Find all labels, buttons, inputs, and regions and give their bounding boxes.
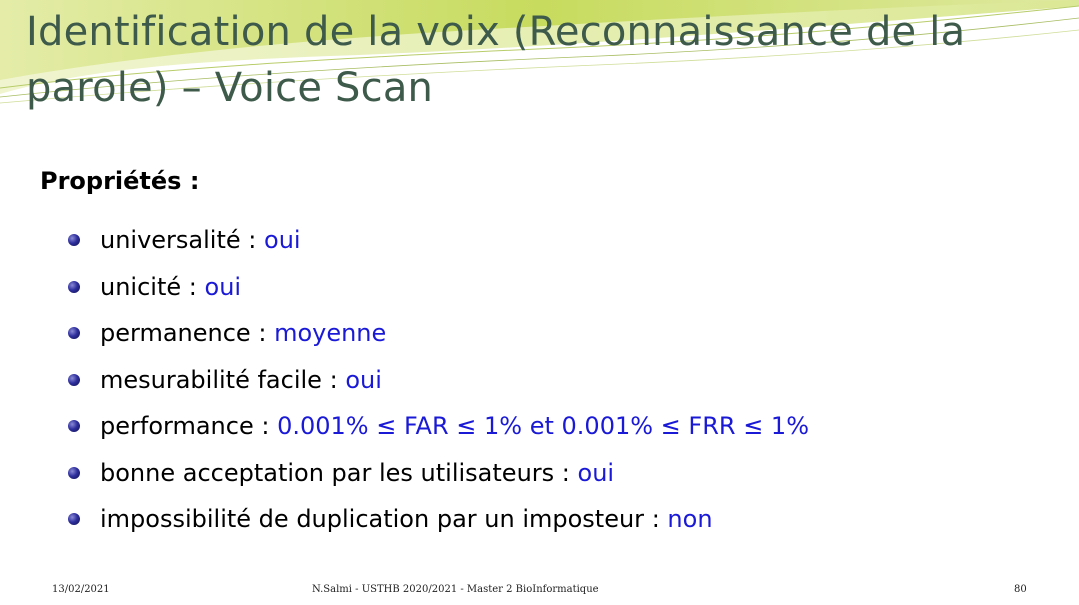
bullet-icon xyxy=(68,280,80,293)
property-label: mesurabilité facile xyxy=(100,365,322,394)
property-item-unicite: unicité : oui xyxy=(68,264,809,311)
properties-list: universalité : oui unicité : oui permane… xyxy=(68,217,809,543)
slide: Identification de la voix (Reconnaissanc… xyxy=(0,0,1079,605)
property-label: permanence xyxy=(100,319,251,348)
property-item-performance: performance : 0.001% ≤ FAR ≤ 1% et 0.001… xyxy=(68,403,809,450)
slide-title: Identification de la voix (Reconnaissanc… xyxy=(26,9,966,111)
property-item-universalite: universalité : oui xyxy=(68,217,809,264)
property-value: oui xyxy=(577,458,615,487)
property-value: non xyxy=(667,505,713,534)
property-item-mesurabilite: mesurabilité facile : oui xyxy=(68,357,809,404)
property-value: moyenne xyxy=(274,319,387,348)
property-label: performance xyxy=(100,412,254,441)
property-separator: : xyxy=(258,319,267,348)
footer-course-info: N.Salmi - USTHB 2020/2021 - Master 2 Bio… xyxy=(312,584,599,595)
footer-date: 13/02/2021 xyxy=(52,584,110,595)
bullet-icon xyxy=(68,234,80,247)
property-label: bonne acceptation par les utilisateurs xyxy=(100,458,555,487)
property-label: impossibilité de duplication par un impo… xyxy=(100,505,645,534)
property-separator: : xyxy=(561,458,570,487)
bullet-icon xyxy=(68,420,80,433)
property-separator: : xyxy=(248,226,257,255)
property-label: universalité xyxy=(100,226,241,255)
bullet-icon xyxy=(68,373,80,386)
property-item-permanence: permanence : moyenne xyxy=(68,310,809,357)
bullet-icon xyxy=(68,513,80,526)
property-separator: : xyxy=(651,505,660,534)
footer-page-number: 80 xyxy=(1014,584,1027,595)
property-value: 0.001% ≤ FAR ≤ 1% et 0.001% ≤ FRR ≤ 1% xyxy=(277,412,810,441)
section-heading: Propriétés : xyxy=(40,167,200,195)
property-label: unicité xyxy=(100,272,182,301)
property-separator: : xyxy=(188,272,197,301)
property-value: oui xyxy=(204,272,242,301)
property-item-acceptation: bonne acceptation par les utilisateurs :… xyxy=(68,450,809,497)
property-item-duplication: impossibilité de duplication par un impo… xyxy=(68,496,809,543)
property-separator: : xyxy=(329,365,338,394)
bullet-icon xyxy=(68,466,80,479)
bullet-icon xyxy=(68,327,80,340)
property-value: oui xyxy=(264,226,301,255)
property-separator: : xyxy=(261,412,270,441)
property-value: oui xyxy=(345,365,382,394)
